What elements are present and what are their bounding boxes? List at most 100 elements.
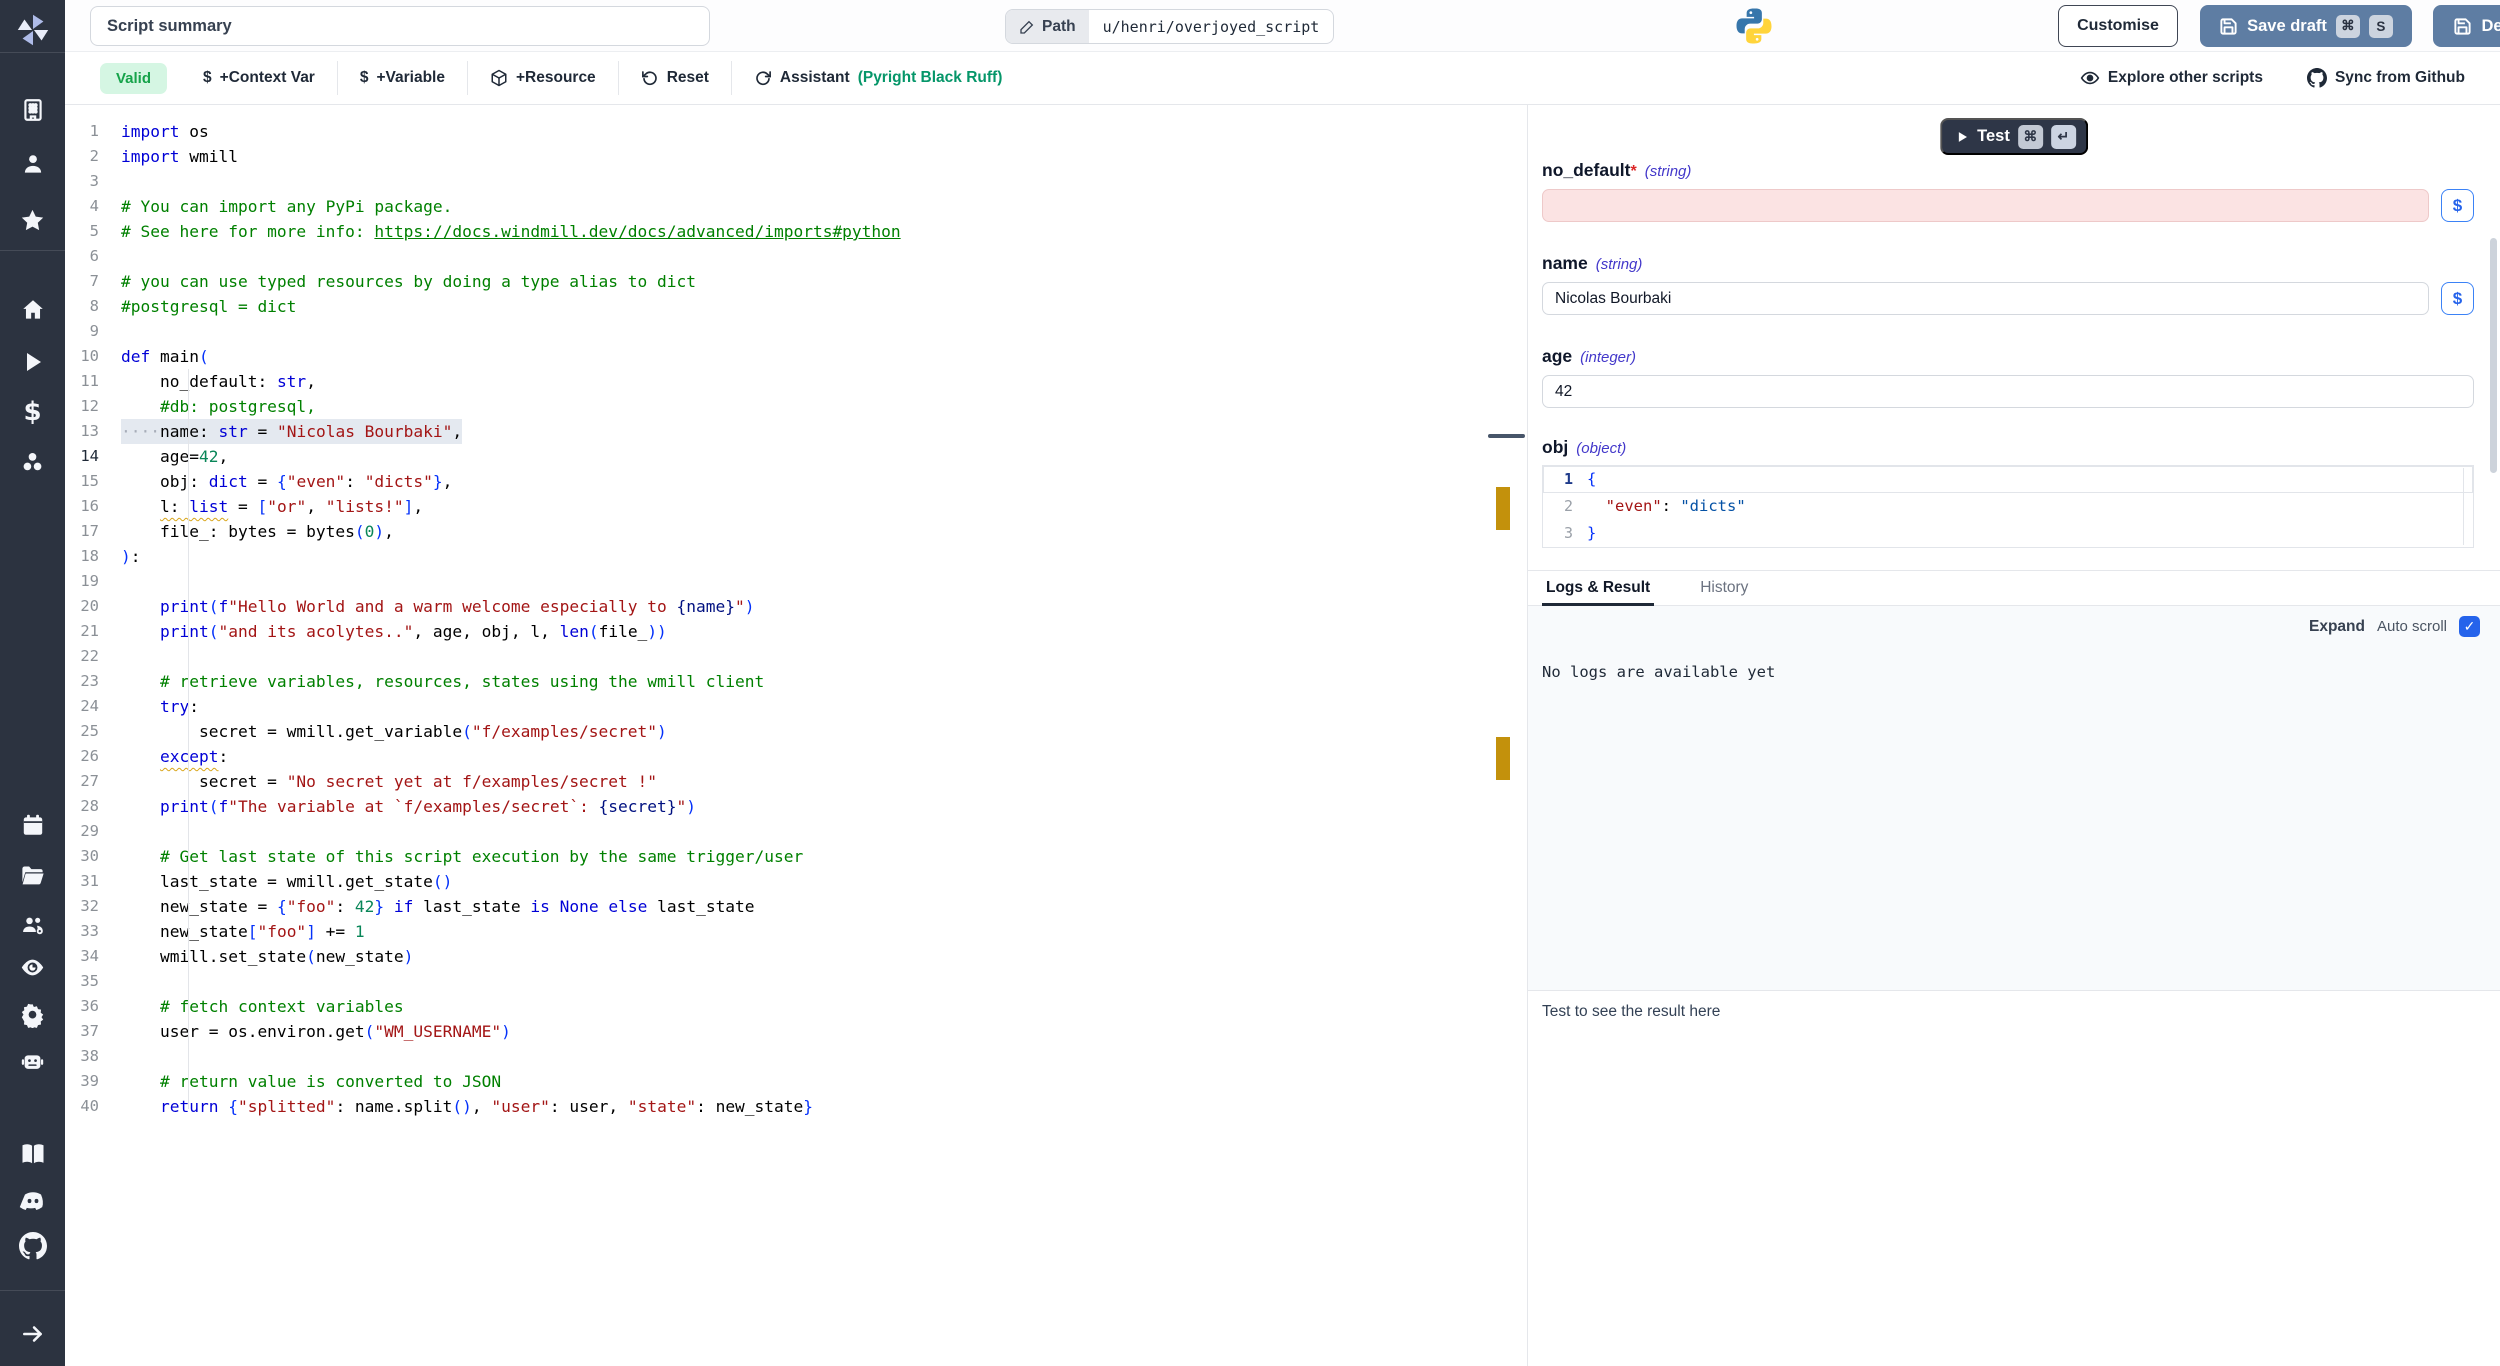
name-input[interactable] <box>1542 282 2429 315</box>
code-line[interactable]: 7# you can use typed resources by doing … <box>65 269 1496 294</box>
add-resource-button[interactable]: +Resource <box>468 69 618 87</box>
gutter-gap <box>99 294 121 319</box>
overview-ruler[interactable] <box>1496 105 1510 1366</box>
code-line[interactable]: 30 # Get last state of this script execu… <box>65 844 1496 869</box>
autoscroll-checkbox[interactable]: ✓ <box>2459 616 2480 637</box>
save-draft-button[interactable]: Save draft ⌘ S <box>2200 5 2412 47</box>
gutter-gap <box>1573 520 1587 547</box>
sidebar-item-user[interactable] <box>0 142 65 186</box>
sidebar-item-runs[interactable] <box>0 340 65 384</box>
code-token: () <box>452 1094 472 1119</box>
code-line[interactable]: 40 return {"splitted": name.split(), "us… <box>65 1094 1496 1119</box>
code-line[interactable]: 37 user = os.environ.get("WM_USERNAME") <box>65 1019 1496 1044</box>
code-line[interactable]: 19 <box>65 569 1496 594</box>
sidebar-item-variables[interactable]: $ <box>0 390 65 434</box>
sidebar-item-workspace[interactable] <box>0 88 65 132</box>
field-name: no_default <box>1542 160 1630 180</box>
sidebar-item-ai-assistant[interactable] <box>0 1039 65 1083</box>
code-line[interactable]: 22 <box>65 644 1496 669</box>
code-line[interactable]: 36 # fetch context variables <box>65 994 1496 1019</box>
customise-button[interactable]: Customise <box>2058 5 2178 47</box>
code-line[interactable]: 11 no_default: str, <box>65 369 1496 394</box>
sidebar-item-folders[interactable] <box>0 853 65 897</box>
code-token: os <box>179 119 208 144</box>
insert-variable-button[interactable]: $ <box>2441 282 2474 315</box>
line-number: 13 <box>65 419 99 444</box>
code-line[interactable]: 21 print("and its acolytes..", age, obj,… <box>65 619 1496 644</box>
code-line[interactable]: 8#postgresql = dict <box>65 294 1496 319</box>
sidebar-item-resources[interactable] <box>0 440 65 484</box>
code-line[interactable]: 23 # retrieve variables, resources, stat… <box>65 669 1496 694</box>
code-line[interactable]: 34 wmill.set_state(new_state) <box>65 944 1496 969</box>
age-input[interactable] <box>1542 375 2474 408</box>
sidebar-item-github[interactable] <box>0 1224 65 1268</box>
code-line[interactable]: 14 age=42, <box>65 444 1496 469</box>
code-line[interactable]: 9 <box>65 319 1496 344</box>
code-line[interactable]: 15 obj: dict = {"even": "dicts"}, <box>65 469 1496 494</box>
sidebar-item-discord[interactable] <box>0 1178 65 1222</box>
code-line[interactable]: 39 # return value is converted to JSON <box>65 1069 1496 1094</box>
code-line[interactable]: 13····name: str = "Nicolas Bourbaki", <box>65 419 1496 444</box>
windmill-logo-icon[interactable] <box>0 8 65 52</box>
tab-history[interactable]: History <box>1696 571 1752 605</box>
insert-variable-button[interactable]: $ <box>2441 189 2474 222</box>
code-line[interactable]: 3 <box>65 169 1496 194</box>
code-line[interactable]: 29 <box>65 819 1496 844</box>
sync-from-github-button[interactable]: Sync from Github <box>2307 68 2465 88</box>
panel-resize-handle[interactable] <box>1488 434 1525 438</box>
code-line[interactable]: 18): <box>65 544 1496 569</box>
script-summary-input[interactable] <box>90 6 710 46</box>
code-line[interactable]: 25 secret = wmill.get_variable("f/exampl… <box>65 719 1496 744</box>
path-value[interactable]: u/henri/overjoyed_script <box>1089 10 1334 43</box>
sidebar-item-groups[interactable] <box>0 903 65 947</box>
code-line[interactable]: 10def main( <box>65 344 1496 369</box>
code-line[interactable]: 24 try: <box>65 694 1496 719</box>
code-line[interactable]: 5# See here for more info: https://docs.… <box>65 219 1496 244</box>
code-line[interactable]: 1{ <box>1543 466 2473 493</box>
code-line[interactable]: 16 l: list = ["or", "lists!"], <box>65 494 1496 519</box>
test-button[interactable]: Test ⌘ ↵ <box>1940 118 2088 155</box>
sidebar-item-schedules[interactable] <box>0 803 65 847</box>
edit-path-button[interactable]: Path <box>1006 10 1089 43</box>
code-editor[interactable]: 1import os2import wmill34# You can impor… <box>65 105 1496 1366</box>
code-token: ) <box>657 719 667 744</box>
code-line[interactable]: 31 last_state = wmill.get_state() <box>65 869 1496 894</box>
sidebar-item-favorites[interactable] <box>0 198 65 242</box>
code-line[interactable]: 17 file_: bytes = bytes(0), <box>65 519 1496 544</box>
code-token: last_state = wmill.get_state <box>121 869 433 894</box>
code-line[interactable]: 33 new_state["foo"] += 1 <box>65 919 1496 944</box>
reset-button[interactable]: Reset <box>619 69 731 87</box>
sidebar-item-audit-logs[interactable] <box>0 945 65 989</box>
add-variable-button[interactable]: $ +Variable <box>338 69 467 87</box>
code-line[interactable]: 6 <box>65 244 1496 269</box>
code-line[interactable]: 27 secret = "No secret yet at f/examples… <box>65 769 1496 794</box>
sidebar-item-settings[interactable] <box>0 992 65 1036</box>
code-line[interactable]: 2import wmill <box>65 144 1496 169</box>
code-line[interactable]: 35 <box>65 969 1496 994</box>
add-context-var-button[interactable]: $ +Context Var <box>181 69 337 87</box>
code-line[interactable]: 26 except: <box>65 744 1496 769</box>
code-line[interactable]: 1import os <box>65 119 1496 144</box>
sidebar-item-docs[interactable] <box>0 1132 65 1176</box>
sidebar-expand-arrow-icon[interactable] <box>0 1312 65 1356</box>
expand-button[interactable]: Expand <box>2309 618 2365 636</box>
arguments-scrollbar[interactable] <box>2490 238 2497 473</box>
code-line[interactable]: 12 #db: postgresql, <box>65 394 1496 419</box>
explore-other-scripts-button[interactable]: Explore other scripts <box>2080 68 2263 88</box>
gutter-gap <box>99 919 121 944</box>
code-line[interactable]: 3} <box>1543 520 2473 547</box>
sidebar-item-home[interactable] <box>0 288 65 332</box>
code-line[interactable]: 4# You can import any PyPi package. <box>65 194 1496 219</box>
code-token: def <box>121 344 150 369</box>
deploy-button[interactable]: Deploy <box>2433 5 2500 47</box>
code-line[interactable]: 32 new_state = {"foo": 42} if last_state… <box>65 894 1496 919</box>
line-number: 1 <box>1543 466 1573 493</box>
code-line[interactable]: 20 print(f"Hello World and a warm welcom… <box>65 594 1496 619</box>
code-line[interactable]: 2 "even": "dicts" <box>1543 493 2473 520</box>
code-line[interactable]: 28 print(f"The variable at `f/examples/s… <box>65 794 1496 819</box>
obj-json-editor[interactable]: 1{2 "even": "dicts"3} <box>1542 465 2474 548</box>
tab-logs-result[interactable]: Logs & Result <box>1542 571 1654 605</box>
no-default-input[interactable] <box>1542 189 2429 222</box>
assistant-button[interactable]: Assistant (Pyright Black Ruff) <box>732 69 1024 87</box>
code-line[interactable]: 38 <box>65 1044 1496 1069</box>
